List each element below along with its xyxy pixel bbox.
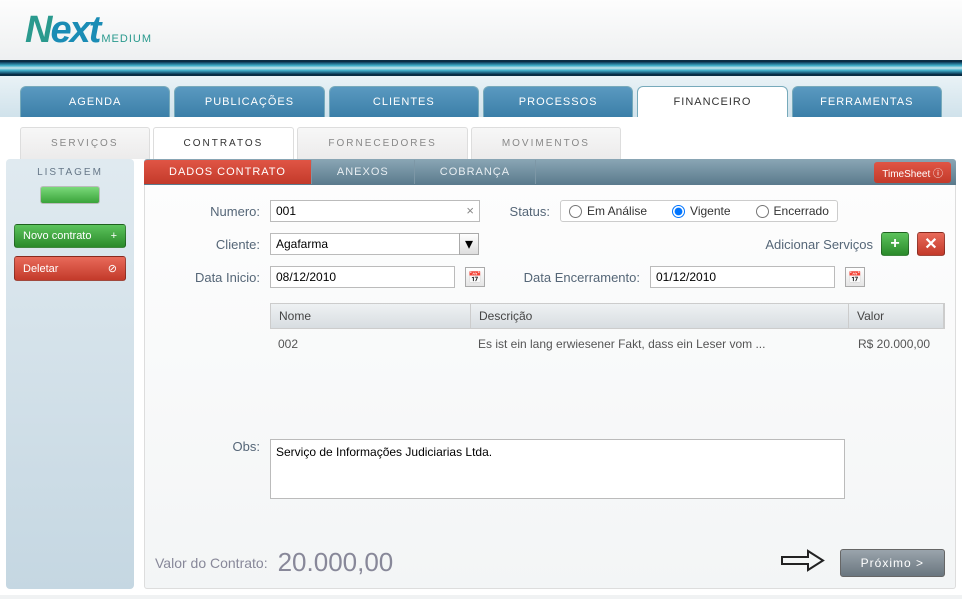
subtab-fornecedores[interactable]: FORNECEDORES xyxy=(297,127,467,159)
plus-icon: + xyxy=(111,230,117,242)
ptab-cobranca[interactable]: COBRANÇA xyxy=(415,160,536,184)
arrow-right-icon xyxy=(780,548,825,578)
header: NextMEDIUM xyxy=(0,0,962,60)
col-valor: Valor xyxy=(849,304,944,328)
sub-tabs: SERVIÇOS CONTRATOS FORNECEDORES MOVIMENT… xyxy=(0,117,962,159)
data-encerramento-input[interactable] xyxy=(650,266,835,288)
tab-ferramentas[interactable]: FERRAMENTAS xyxy=(792,86,942,117)
listagem-label: LISTAGEM xyxy=(14,167,126,178)
main-tabs: AGENDA PUBLICAÇÕES CLIENTES PROCESSOS FI… xyxy=(0,76,962,117)
form-area: Numero: × Status: Em Análise Vigente Enc… xyxy=(144,185,956,589)
deletar-button[interactable]: Deletar ⊘ xyxy=(14,256,126,281)
status-vigente[interactable]: Vigente xyxy=(672,204,730,218)
logo-ext: ext xyxy=(50,9,99,51)
clear-icon[interactable]: × xyxy=(466,203,474,218)
proximo-button[interactable]: Próximo > xyxy=(840,549,945,577)
obs-label: Obs: xyxy=(155,439,260,454)
listagem-toggle[interactable] xyxy=(40,186,100,204)
tab-publicacoes[interactable]: PUBLICAÇÕES xyxy=(174,86,324,117)
novo-contrato-label: Novo contrato xyxy=(23,230,91,242)
cell-nome: 002 xyxy=(270,335,470,353)
timesheet-button[interactable]: TimeSheet ⓘ xyxy=(874,162,951,183)
logo-n: N xyxy=(25,9,50,51)
status-em-analise[interactable]: Em Análise xyxy=(569,204,647,218)
calendar-icon[interactable]: 📅 xyxy=(465,267,485,287)
cliente-label: Cliente: xyxy=(155,237,260,252)
data-encerramento-label: Data Encerramento: xyxy=(495,270,640,285)
adicionar-servicos-label: Adicionar Serviços xyxy=(765,237,873,252)
status-radio-group: Em Análise Vigente Encerrado xyxy=(560,200,838,222)
obs-textarea[interactable] xyxy=(270,439,845,499)
col-descricao: Descrição xyxy=(471,304,849,328)
tab-clientes[interactable]: CLIENTES xyxy=(329,86,479,117)
calendar-icon-2[interactable]: 📅 xyxy=(845,267,865,287)
subtab-contratos[interactable]: CONTRATOS xyxy=(153,127,295,159)
logo-medium: MEDIUM xyxy=(101,33,152,45)
forbidden-icon: ⊘ xyxy=(108,262,117,275)
tab-financeiro[interactable]: FINANCEIRO xyxy=(637,86,787,117)
dropdown-icon[interactable]: ▾ xyxy=(459,233,479,255)
tab-agenda[interactable]: AGENDA xyxy=(20,86,170,117)
logo: NextMEDIUM xyxy=(25,9,152,52)
valor-contrato-label: Valor do Contrato: xyxy=(155,555,268,571)
data-inicio-input[interactable] xyxy=(270,266,455,288)
cell-valor: R$ 20.000,00 xyxy=(850,335,945,353)
ptab-anexos[interactable]: ANEXOS xyxy=(312,160,415,184)
cell-descricao: Es ist ein lang erwiesener Fakt, dass ei… xyxy=(470,335,850,353)
ribbon-divider xyxy=(0,60,962,76)
panel: DADOS CONTRATO ANEXOS COBRANÇA TimeSheet… xyxy=(144,159,956,589)
table-row[interactable]: 002 Es ist ein lang erwiesener Fakt, das… xyxy=(270,329,945,359)
novo-contrato-button[interactable]: Novo contrato + xyxy=(14,224,126,248)
cliente-select[interactable] xyxy=(270,233,460,255)
panel-tabs: DADOS CONTRATO ANEXOS COBRANÇA TimeSheet… xyxy=(144,159,956,185)
sidebar: LISTAGEM Novo contrato + Deletar ⊘ xyxy=(6,159,134,589)
tab-processos[interactable]: PROCESSOS xyxy=(483,86,633,117)
add-service-button[interactable]: + xyxy=(881,232,909,256)
remove-service-button[interactable]: ✕ xyxy=(917,232,945,256)
numero-label: Numero: xyxy=(155,204,260,219)
data-inicio-label: Data Inicio: xyxy=(155,270,260,285)
status-encerrado[interactable]: Encerrado xyxy=(756,204,829,218)
valor-contrato-amount: 20.000,00 xyxy=(278,547,394,578)
footer-row: Valor do Contrato: 20.000,00 Próximo > xyxy=(155,532,945,578)
deletar-label: Deletar xyxy=(23,263,58,275)
col-nome: Nome xyxy=(271,304,471,328)
subtab-movimentos[interactable]: MOVIMENTOS xyxy=(471,127,621,159)
status-label: Status: xyxy=(490,204,550,219)
numero-input[interactable] xyxy=(270,200,480,222)
table-header: Nome Descrição Valor xyxy=(270,303,945,329)
subtab-servicos[interactable]: SERVIÇOS xyxy=(20,127,150,159)
ptab-dados-contrato[interactable]: DADOS CONTRATO xyxy=(144,160,312,184)
